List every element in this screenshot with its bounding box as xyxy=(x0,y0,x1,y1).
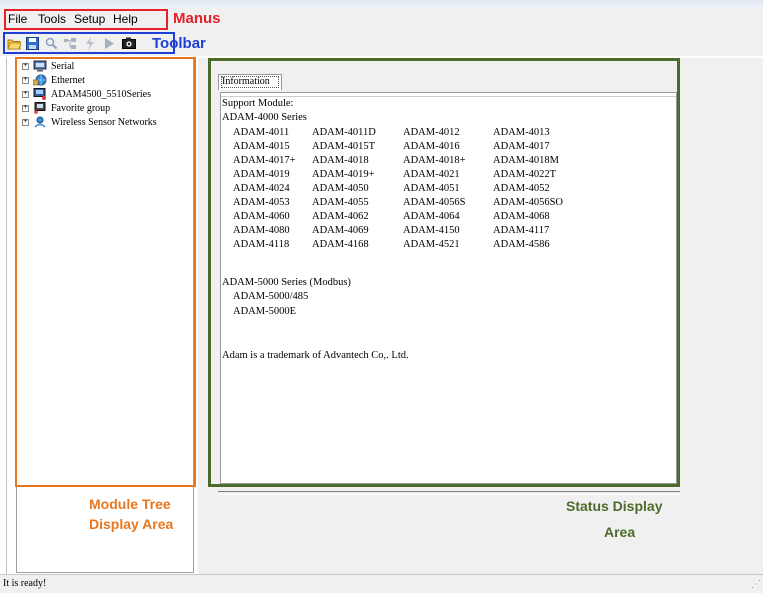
left-edge-line xyxy=(6,58,7,574)
menus-annotation-label: Manus xyxy=(173,10,221,27)
tree-annotation-box xyxy=(15,57,196,487)
status-bar xyxy=(0,574,763,593)
status-annotation-box xyxy=(208,58,680,487)
status-text: It is ready! xyxy=(3,578,47,589)
tree-annotation-label-1: Module Tree xyxy=(89,496,171,512)
status-annotation-label-2: Area xyxy=(604,524,636,540)
status-annotation-label-1: Status Display xyxy=(566,498,663,514)
panel-divider xyxy=(218,491,680,495)
menus-annotation-box xyxy=(4,9,168,30)
tree-annotation-label-2: Display Area xyxy=(89,516,174,532)
window-title-strip xyxy=(0,0,763,8)
toolbar-annotation-label: Toolbar xyxy=(152,35,206,52)
resize-grip-icon[interactable]: ⋰ xyxy=(751,579,761,590)
toolbar-annotation-box xyxy=(3,32,175,54)
